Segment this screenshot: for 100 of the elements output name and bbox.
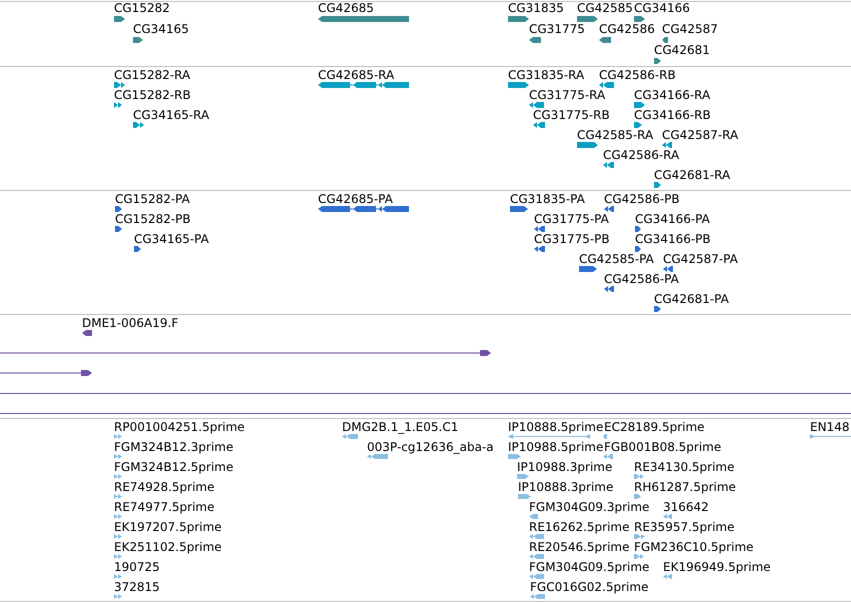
feature-label: FGM324B12.3prime	[114, 441, 234, 453]
right-arrow-icon[interactable]	[634, 16, 645, 22]
right-double-arrow-icon[interactable]	[114, 82, 125, 88]
right-double-arrow-icon[interactable]	[114, 102, 122, 108]
right-double-arrow-icon[interactable]	[114, 534, 122, 539]
feature-line[interactable]	[0, 350, 491, 356]
right-arrow-icon[interactable]	[635, 226, 641, 232]
feature-label: CG42587-RA	[662, 129, 738, 141]
feature-line[interactable]	[0, 412, 851, 414]
left-arrow-icon[interactable]	[529, 37, 541, 43]
feature-label: CG42587-PA	[663, 253, 738, 265]
left-double-arrow-icon[interactable]	[663, 266, 673, 272]
left-arrow-icon[interactable]	[599, 37, 611, 43]
right-arrow-icon[interactable]	[133, 37, 143, 43]
feature-label: RE35957.5prime	[634, 521, 734, 533]
right-arrow-icon[interactable]	[510, 206, 528, 212]
left-arrow-icon[interactable]	[82, 330, 92, 336]
feature-label: CG42685-RA	[318, 69, 394, 81]
left-double-arrow-icon[interactable]	[603, 454, 613, 459]
right-double-arrow-icon[interactable]	[114, 594, 122, 599]
left-double-arrow-icon[interactable]	[663, 514, 672, 519]
right-double-arrow-icon[interactable]	[114, 474, 122, 479]
right-arrow-icon[interactable]	[114, 16, 125, 22]
right-arrow-icon[interactable]	[654, 306, 661, 312]
feature-label: EC28189.5prime	[604, 421, 705, 433]
gene-model-bar[interactable]	[318, 82, 409, 88]
feature-label: DME1-006A19.F	[82, 317, 178, 329]
right-arrow-icon[interactable]	[579, 266, 597, 272]
right-double-arrow-icon[interactable]	[114, 454, 122, 459]
right-double-arrow-icon[interactable]	[634, 554, 644, 559]
right-arrow-icon[interactable]	[634, 122, 642, 128]
feature-label: DMG2B.1_1.E05.C1	[342, 421, 458, 433]
right-arrow-icon[interactable]	[115, 226, 122, 232]
feature-line[interactable]	[0, 392, 851, 394]
feature-label: CG34166-RA	[634, 89, 710, 101]
gene-model-bar[interactable]	[318, 206, 409, 212]
feature-label: CG34166-RB	[634, 109, 711, 121]
feature-label: RE74977.5prime	[114, 501, 214, 513]
right-double-arrow-icon[interactable]	[114, 574, 122, 579]
right-arrow-icon[interactable]	[517, 474, 529, 479]
left-double-arrow-icon[interactable]	[599, 82, 614, 88]
left-double-arrow-icon[interactable]	[529, 554, 544, 559]
right-arrow-icon[interactable]	[577, 142, 598, 148]
right-arrow-icon[interactable]	[654, 182, 661, 188]
feature-label: RP001004251.5prime	[114, 421, 245, 433]
left-double-arrow-icon[interactable]	[663, 574, 672, 579]
feature-label: CG15282-RB	[114, 89, 191, 101]
feature-label: CG34165-RA	[133, 109, 210, 121]
feature-label: CG31775-PB	[534, 233, 610, 245]
right-arrow-icon[interactable]	[518, 494, 531, 499]
left-double-arrow-icon[interactable]	[534, 246, 545, 252]
right-arrow-icon[interactable]	[508, 16, 529, 22]
feature-label: CG42681-RA	[654, 169, 730, 181]
right-arrow-icon[interactable]	[577, 16, 598, 22]
feature-label: CG31835-PA	[510, 193, 585, 205]
feature-label: FGM236C10.5prime	[634, 541, 754, 553]
feature-label: EK251102.5prime	[114, 541, 222, 553]
feature-label: CG42586-PB	[604, 193, 680, 205]
feature-label: CG15282-PA	[115, 193, 190, 205]
left-double-arrow-icon[interactable]	[342, 434, 358, 439]
feature-label: IP10888.3prime	[518, 481, 614, 493]
left-double-arrow-icon[interactable]	[604, 206, 614, 212]
feature-label: CG42585	[577, 2, 633, 14]
feature-label: CG31775-RA	[529, 89, 606, 101]
left-double-arrow-icon[interactable]	[534, 226, 545, 232]
right-double-arrow-icon[interactable]	[634, 474, 644, 479]
left-double-arrow-icon[interactable]	[529, 102, 544, 108]
left-double-arrow-icon[interactable]	[604, 286, 614, 292]
right-double-arrow-icon[interactable]	[634, 534, 645, 539]
feature-label: IP10988.3prime	[517, 461, 612, 473]
left-double-arrow-icon[interactable]	[603, 162, 614, 168]
left-double-arrow-icon[interactable]	[530, 594, 545, 599]
left-double-arrow-icon[interactable]	[367, 454, 388, 459]
right-double-arrow-icon[interactable]	[114, 514, 122, 519]
feature-label: 190725	[114, 561, 160, 573]
left-arrow-icon[interactable]	[662, 37, 668, 43]
feature-label: CG15282	[114, 2, 170, 14]
right-arrow-icon[interactable]	[508, 454, 521, 459]
right-arrow-icon[interactable]	[134, 246, 141, 252]
left-double-arrow-icon[interactable]	[529, 534, 544, 539]
right-double-arrow-icon[interactable]	[114, 434, 122, 439]
right-arrow-icon[interactable]	[635, 246, 641, 252]
right-arrow-icon[interactable]	[634, 494, 641, 499]
right-double-arrow-icon[interactable]	[114, 494, 122, 499]
left-double-arrow-icon[interactable]	[529, 574, 544, 579]
feature-bar[interactable]	[318, 16, 409, 22]
left-double-arrow-icon[interactable]	[662, 142, 672, 148]
feature-label: CG42685-PA	[318, 193, 393, 205]
right-arrow-icon[interactable]	[634, 102, 645, 108]
right-double-arrow-icon[interactable]	[114, 554, 122, 559]
feature-label: CG31775	[529, 23, 585, 35]
right-arrow-icon[interactable]	[654, 58, 661, 64]
feature-label: CG34165	[133, 23, 189, 35]
left-double-arrow-icon[interactable]	[533, 122, 545, 128]
right-double-arrow-icon[interactable]	[133, 122, 144, 128]
feature-label: CG15282-RA	[114, 69, 190, 81]
feature-line[interactable]	[0, 370, 92, 376]
right-arrow-icon[interactable]	[508, 82, 529, 88]
feature-label: RE34130.5prime	[634, 461, 734, 473]
right-arrow-icon[interactable]	[115, 206, 122, 212]
